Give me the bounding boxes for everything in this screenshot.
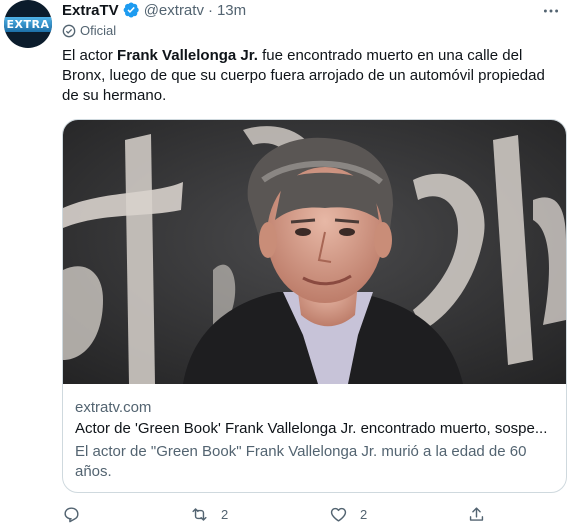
- display-name[interactable]: ExtraTV: [62, 2, 119, 19]
- retweet-count: 2: [221, 507, 229, 522]
- share-button[interactable]: [467, 505, 486, 524]
- like-count: 2: [360, 507, 368, 522]
- card-title: Actor de 'Green Book' Frank Vallelonga J…: [75, 420, 548, 437]
- tweet-text: El actor Frank Vallelonga Jr. fue encont…: [62, 46, 562, 106]
- tweet-text-start: El actor: [62, 47, 118, 64]
- official-label: Oficial: [62, 23, 116, 38]
- link-card[interactable]: extratv.com Actor de 'Green Book' Frank …: [62, 119, 567, 493]
- tweet-header: ExtraTV @extratv · 13m: [62, 0, 246, 20]
- reply-button[interactable]: [62, 505, 93, 524]
- timestamp[interactable]: 13m: [217, 2, 246, 19]
- action-bar: 2 2: [62, 505, 502, 527]
- tweet-mention-bold: Frank Vallelonga Jr.: [117, 47, 258, 64]
- share-icon: [469, 507, 484, 521]
- official-label-icon: [62, 24, 76, 37]
- card-domain: extratv.com: [75, 399, 152, 416]
- handle[interactable]: @extratv: [144, 2, 204, 19]
- more-icon[interactable]: [540, 0, 562, 22]
- verified-icon: [122, 1, 140, 19]
- avatar-logo: EXTRA: [4, 16, 52, 32]
- card-image: [63, 120, 566, 384]
- like-icon: [330, 507, 347, 522]
- official-label-text: Oficial: [80, 23, 117, 38]
- retweet-icon: [192, 508, 207, 521]
- retweet-button[interactable]: 2: [190, 505, 228, 524]
- card-meta: extratv.com Actor de 'Green Book' Frank …: [75, 398, 555, 482]
- reply-icon: [64, 507, 79, 523]
- avatar[interactable]: EXTRA: [4, 0, 52, 48]
- like-button[interactable]: 2: [329, 505, 367, 524]
- card-description: El actor de "Green Book" Frank Vallelong…: [75, 443, 527, 480]
- separator-dot: ·: [207, 1, 213, 19]
